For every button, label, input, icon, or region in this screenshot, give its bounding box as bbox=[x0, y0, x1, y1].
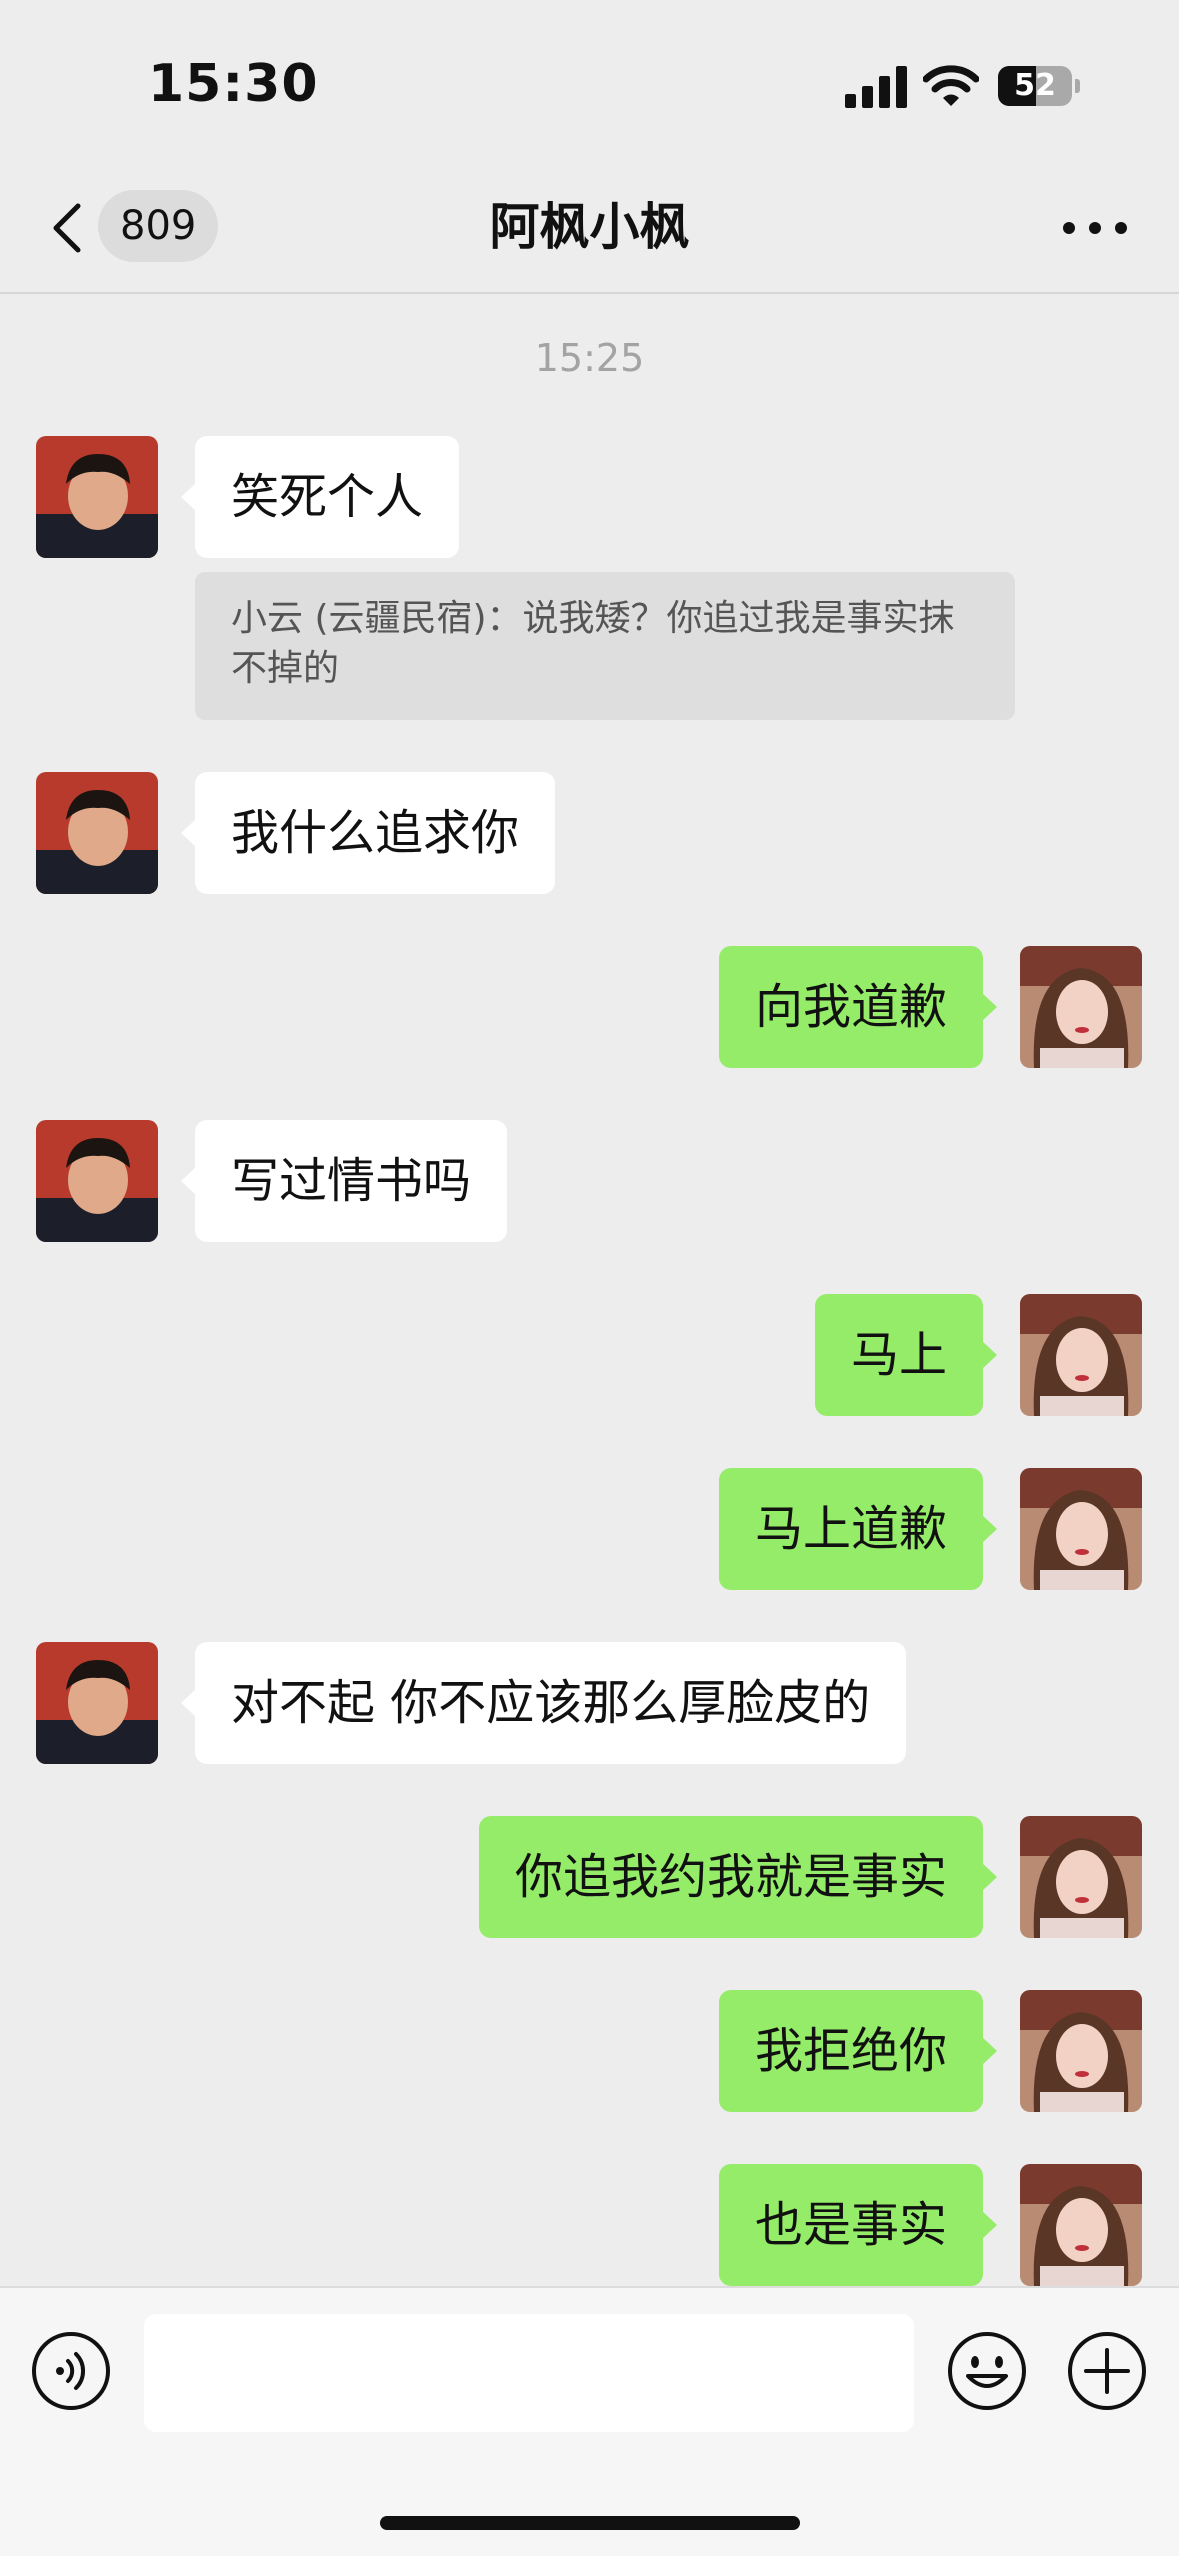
message-bubble-outgoing[interactable]: 也是事实 bbox=[718, 2164, 998, 2286]
message-bubble-outgoing[interactable]: 你追我约我就是事实 bbox=[478, 1816, 998, 1938]
battery-percent: 52 bbox=[1014, 68, 1056, 103]
self-avatar[interactable] bbox=[1020, 1294, 1142, 1416]
status-bar: 15:30 52 bbox=[0, 0, 1179, 160]
battery-indicator: 52 bbox=[998, 66, 1080, 106]
self-avatar[interactable] bbox=[1020, 1816, 1142, 1938]
input-bar bbox=[0, 2286, 1179, 2556]
ellipsis-icon[interactable] bbox=[1060, 210, 1130, 246]
status-time: 15:30 bbox=[148, 54, 319, 114]
contact-avatar[interactable] bbox=[36, 1120, 158, 1242]
contact-avatar[interactable] bbox=[36, 772, 158, 894]
self-avatar[interactable] bbox=[1020, 946, 1142, 1068]
battery-cap bbox=[1075, 79, 1080, 93]
chat-header: 809 阿枫小枫 bbox=[0, 160, 1179, 294]
plus-icon[interactable] bbox=[1066, 2330, 1148, 2412]
contact-avatar[interactable] bbox=[36, 1642, 158, 1764]
message-bubble-outgoing[interactable]: 我拒绝你 bbox=[718, 1990, 998, 2112]
signal-icon bbox=[845, 66, 907, 108]
voice-icon[interactable] bbox=[30, 2330, 112, 2412]
message-bubble-incoming[interactable]: 写过情书吗 bbox=[180, 1120, 508, 1242]
message-bubble-incoming[interactable]: 我什么追求你 bbox=[180, 772, 556, 894]
quoted-message[interactable]: 小云 (云疆民宿)：说我矮？你追过我是事实抹不掉的 bbox=[195, 572, 1015, 720]
message-bubble-incoming[interactable]: 笑死个人 bbox=[180, 436, 460, 558]
self-avatar[interactable] bbox=[1020, 2164, 1142, 2286]
message-timestamp: 15:25 bbox=[534, 336, 645, 380]
home-indicator[interactable] bbox=[380, 2516, 800, 2530]
message-bubble-incoming[interactable]: 对不起 你不应该那么厚脸皮的 bbox=[180, 1642, 907, 1764]
self-avatar[interactable] bbox=[1020, 1990, 1142, 2112]
message-bubble-outgoing[interactable]: 马上 bbox=[814, 1294, 998, 1416]
battery-body: 52 bbox=[998, 66, 1072, 106]
message-input[interactable] bbox=[144, 2314, 914, 2432]
chat-title: 阿枫小枫 bbox=[489, 198, 690, 256]
message-list[interactable]: 15:25 笑死个人 小云 (云疆民宿)：说我矮？你追过我是事实抹不掉的 我什么… bbox=[0, 296, 1179, 2286]
self-avatar[interactable] bbox=[1020, 1468, 1142, 1590]
message-bubble-outgoing[interactable]: 马上道歉 bbox=[718, 1468, 998, 1590]
contact-avatar[interactable] bbox=[36, 436, 158, 558]
wifi-icon bbox=[923, 65, 979, 106]
message-bubble-outgoing[interactable]: 向我道歉 bbox=[718, 946, 998, 1068]
emoji-icon[interactable] bbox=[946, 2330, 1028, 2412]
